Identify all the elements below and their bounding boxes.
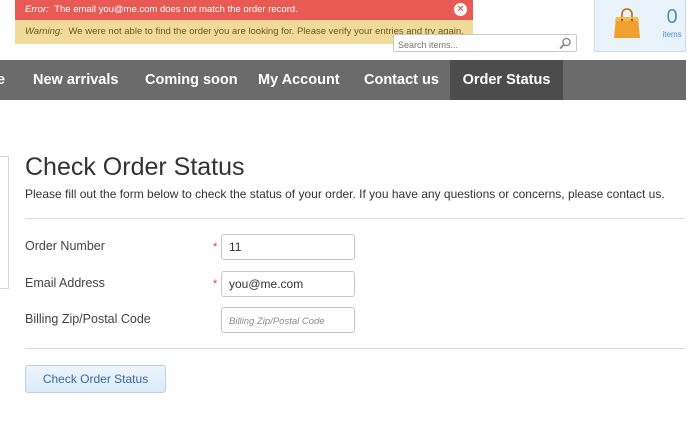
email-label: Email Address: [25, 276, 105, 290]
divider-top: [25, 218, 685, 219]
shopping-bag-icon: [614, 8, 640, 38]
required-marker: *: [213, 241, 218, 253]
cart-widget[interactable]: 0 items: [594, 0, 686, 52]
zip-label: Billing Zip/Postal Code: [25, 312, 151, 326]
warning-label: Warning:: [25, 26, 63, 37]
page-intro: Please fill out the form below to check …: [25, 187, 665, 201]
nav-item-my-account[interactable]: My Account: [258, 60, 340, 100]
nav-item-contact-us[interactable]: Contact us: [364, 60, 439, 100]
nav-item-home[interactable]: e: [0, 60, 5, 100]
order-number-label: Order Number: [25, 239, 105, 253]
error-alert: Error: The email you@me.com does not mat…: [15, 0, 473, 20]
required-marker: *: [213, 278, 218, 290]
search-icon[interactable]: [559, 37, 572, 50]
order-number-field[interactable]: [221, 234, 355, 260]
error-message: The email you@me.com does not match the …: [54, 4, 298, 15]
main-nav: e New arrivals Coming soon My Account Co…: [0, 60, 686, 100]
search-box: [393, 34, 577, 53]
nav-item-new-arrivals[interactable]: New arrivals: [33, 60, 118, 100]
page-title: Check Order Status: [25, 153, 245, 181]
nav-item-order-status[interactable]: Order Status: [450, 60, 563, 100]
cart-count: 0: [666, 6, 678, 28]
check-order-status-button[interactable]: Check Order Status: [25, 365, 166, 393]
error-label: Error:: [25, 4, 49, 15]
email-field[interactable]: [221, 271, 355, 297]
search-input[interactable]: [394, 37, 558, 53]
close-icon[interactable]: ×: [454, 3, 467, 16]
cart-label: items: [662, 30, 682, 39]
zip-field[interactable]: [221, 307, 355, 333]
divider-bottom: [25, 348, 685, 349]
sidebar-edge: [0, 156, 9, 289]
nav-item-coming-soon[interactable]: Coming soon: [145, 60, 238, 100]
